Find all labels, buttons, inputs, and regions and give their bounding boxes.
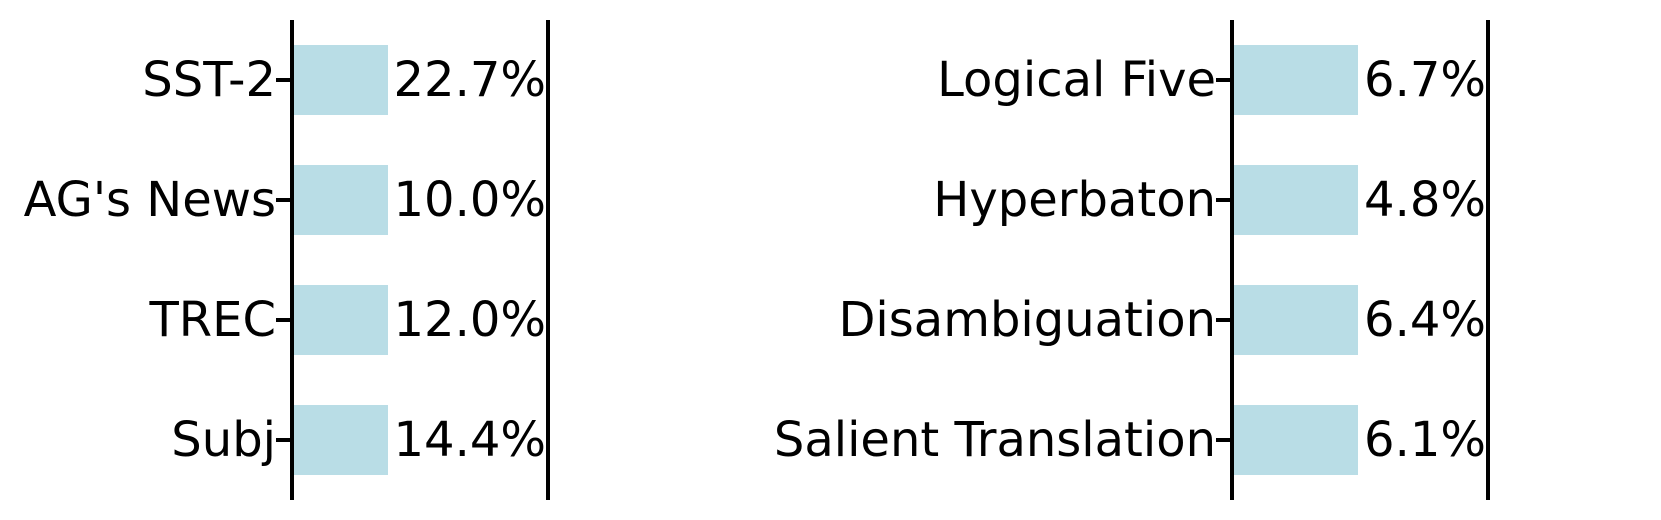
- bar-row: Salient Translation 6.1%: [1234, 380, 1486, 500]
- bar-row: AG's News 10.0%: [294, 140, 546, 260]
- category-label: SST-2: [142, 56, 276, 104]
- bars-2: Logical Five 6.7% Hyperbaton 4.8% Disamb…: [1234, 20, 1486, 500]
- tick: [1216, 198, 1230, 202]
- bar: [294, 45, 388, 115]
- bar-row: Hyperbaton 4.8%: [1234, 140, 1486, 260]
- bar: [1234, 285, 1358, 355]
- bar-row: Logical Five 6.7%: [1234, 20, 1486, 140]
- plot-area-1: SST-2 22.7% AG's News 10.0% TREC 12.0%: [290, 20, 550, 500]
- bar-row: Disambiguation 6.4%: [1234, 260, 1486, 380]
- category-label: Hyperbaton: [933, 176, 1216, 224]
- tick: [1216, 78, 1230, 82]
- plot-area-2: Logical Five 6.7% Hyperbaton 4.8% Disamb…: [1230, 20, 1490, 500]
- bar: [1234, 165, 1358, 235]
- category-label: Salient Translation: [774, 416, 1216, 464]
- category-label: TREC: [149, 296, 276, 344]
- value-label: 6.7%: [1364, 56, 1486, 104]
- category-label: Subj: [171, 416, 276, 464]
- value-label: 4.8%: [1364, 176, 1486, 224]
- tick: [1216, 318, 1230, 322]
- bar: [294, 285, 388, 355]
- bar: [294, 165, 388, 235]
- bars-1: SST-2 22.7% AG's News 10.0% TREC 12.0%: [294, 20, 546, 500]
- bar: [1234, 405, 1358, 475]
- panel-2: Logical Five 6.7% Hyperbaton 4.8% Disamb…: [830, 0, 1661, 520]
- value-label: 6.4%: [1364, 296, 1486, 344]
- category-label: AG's News: [24, 176, 276, 224]
- value-label: 6.1%: [1364, 416, 1486, 464]
- chart-wrap: SST-2 22.7% AG's News 10.0% TREC 12.0%: [0, 0, 1661, 520]
- category-label: Disambiguation: [838, 296, 1216, 344]
- bar: [1234, 45, 1358, 115]
- tick: [276, 438, 290, 442]
- value-label: 22.7%: [394, 56, 546, 104]
- bar-row: TREC 12.0%: [294, 260, 546, 380]
- bar: [294, 405, 388, 475]
- panel-1: SST-2 22.7% AG's News 10.0% TREC 12.0%: [0, 0, 830, 520]
- category-label: Logical Five: [937, 56, 1216, 104]
- value-label: 12.0%: [394, 296, 546, 344]
- bar-row: SST-2 22.7%: [294, 20, 546, 140]
- value-label: 10.0%: [394, 176, 546, 224]
- value-label: 14.4%: [394, 416, 546, 464]
- bar-row: Subj 14.4%: [294, 380, 546, 500]
- tick: [1216, 438, 1230, 442]
- tick: [276, 318, 290, 322]
- tick: [276, 198, 290, 202]
- tick: [276, 78, 290, 82]
